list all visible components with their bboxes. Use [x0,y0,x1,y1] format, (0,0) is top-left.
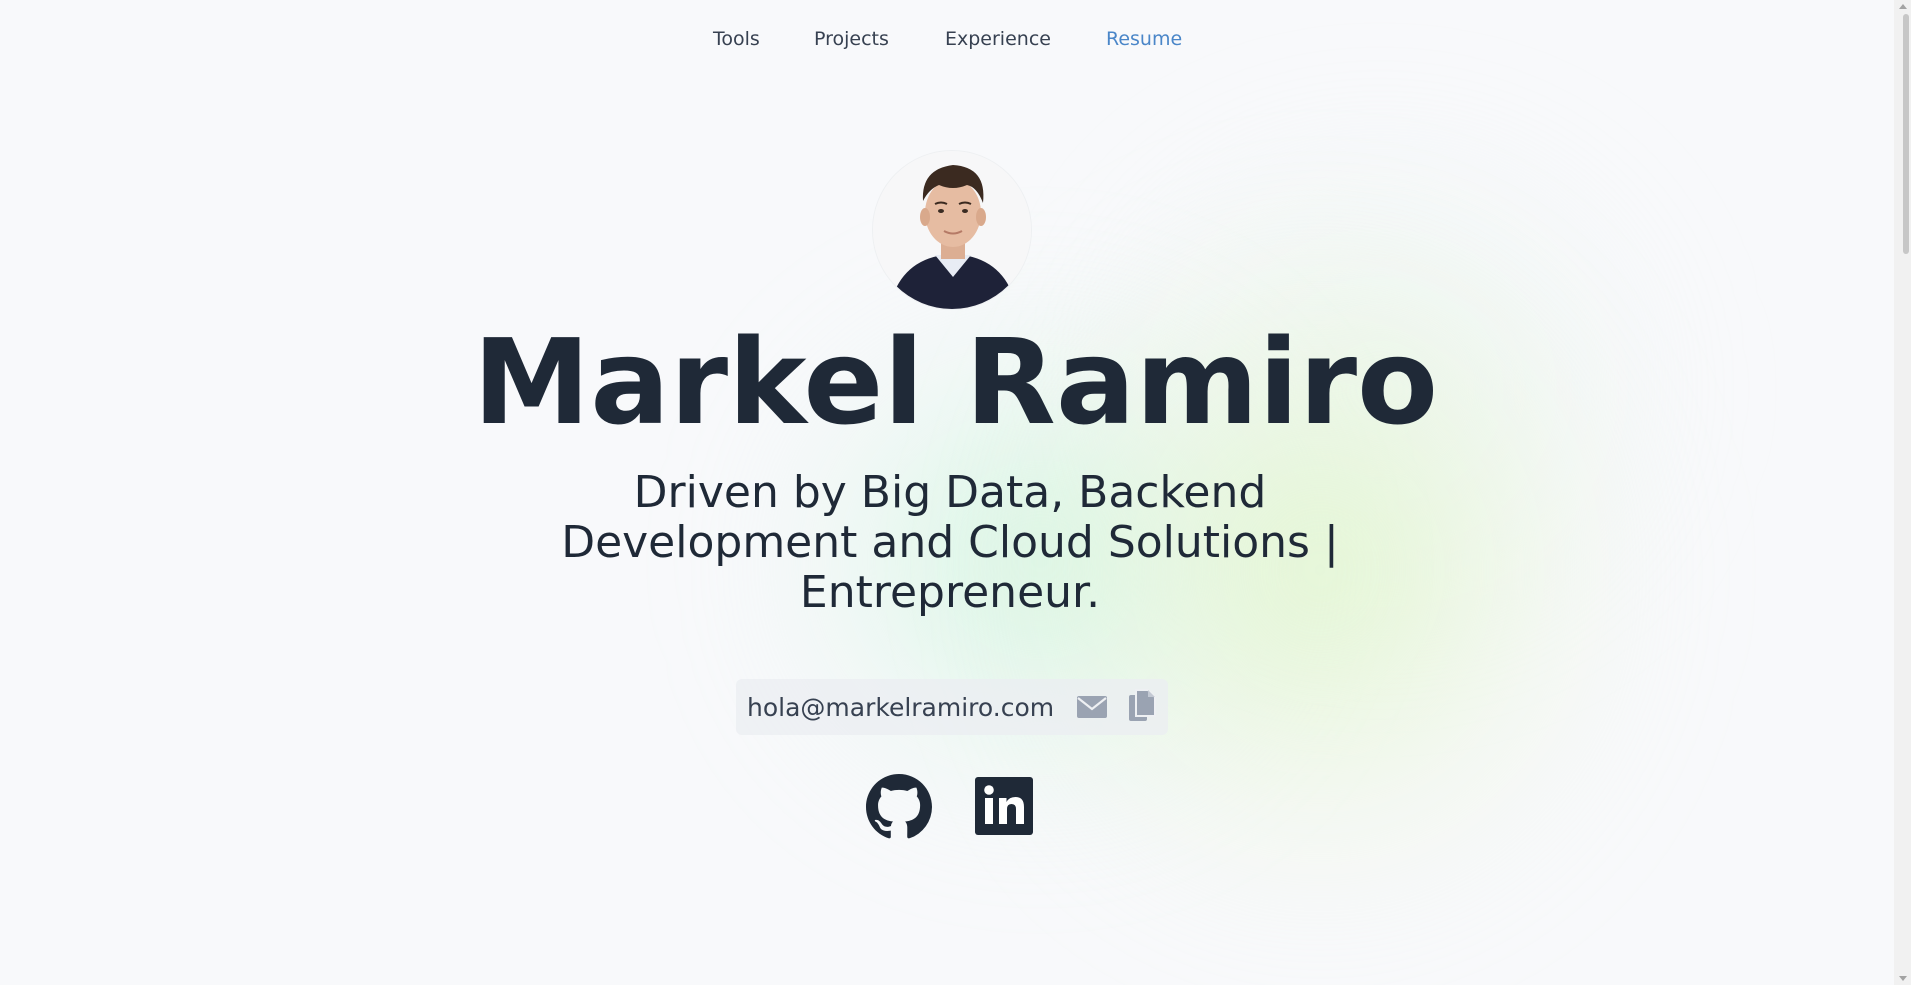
scrollbar-thumb[interactable] [1903,14,1909,254]
linkedin-icon[interactable] [974,776,1034,836]
nav-experience[interactable]: Experience [945,28,1051,50]
email-box: hola@markelramiro.com [736,679,1168,735]
profile-photo [873,151,1031,309]
page-title: Markel Ramiro [472,313,1439,451]
tagline: Driven by Big Data, Backend Development … [561,467,1339,618]
email-address[interactable]: hola@markelramiro.com [747,693,1054,722]
scroll-down-arrow-icon[interactable] [1899,976,1907,981]
copy-icon[interactable] [1128,689,1156,723]
scroll-up-arrow-icon[interactable] [1899,4,1907,9]
github-icon[interactable] [866,774,932,840]
nav-resume[interactable]: Resume [1106,28,1182,50]
envelope-icon[interactable] [1076,693,1108,721]
nav-tools[interactable]: Tools [713,28,760,50]
vertical-scrollbar[interactable] [1894,0,1911,985]
nav-projects[interactable]: Projects [814,28,889,50]
portfolio-page: Tools Projects Experience Resume Markel … [0,0,1911,985]
avatar [872,150,1032,310]
